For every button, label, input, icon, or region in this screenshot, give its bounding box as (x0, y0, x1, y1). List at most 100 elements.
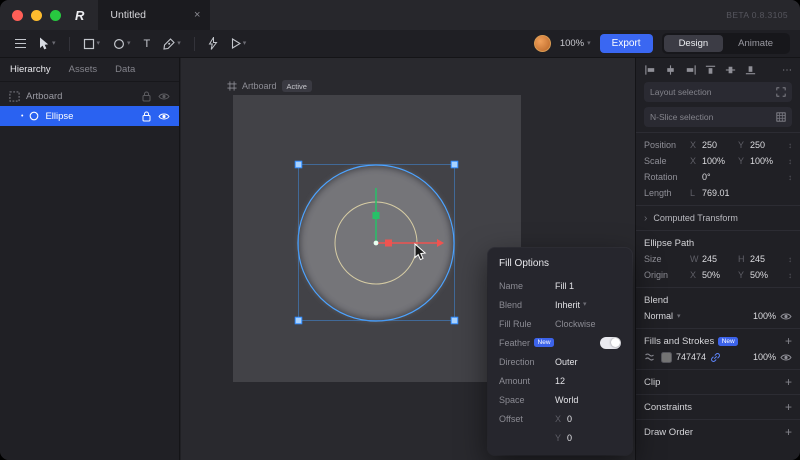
scale-label: Scale (644, 156, 667, 166)
fill-rule-value[interactable]: Clockwise (555, 319, 596, 329)
tree-item-artboard[interactable]: Artboard (0, 86, 179, 106)
align-right-icon[interactable] (684, 64, 697, 76)
name-label: Name (499, 280, 524, 291)
fill-name-row: Name Fill 1 (488, 276, 632, 295)
nine-slice-icon[interactable] (776, 112, 786, 122)
stepper-icon[interactable]: ↕ (788, 173, 792, 182)
feather-toggle[interactable] (600, 336, 621, 349)
blend-mode-dropdown[interactable]: Normal (644, 311, 673, 321)
title-bar: R Untitled × BETA 0.8.3105 (0, 0, 800, 30)
play-tool-button[interactable]: ▾ (226, 35, 252, 52)
fill-hex-input[interactable]: 747474 (676, 352, 706, 362)
stepper-icon[interactable]: ↕ (788, 255, 792, 264)
computed-transform-row[interactable]: › Computed Transform (644, 210, 792, 226)
export-button[interactable]: Export (599, 34, 653, 53)
select-tool-button[interactable]: ▾ (34, 34, 61, 53)
blend-opacity-input[interactable]: 100% (753, 311, 776, 321)
space-dropdown[interactable]: World (555, 395, 578, 405)
origin-x-input[interactable]: 50% (702, 270, 738, 280)
fill-options-popup: Fill Options Name Fill 1 Blend Inherit ▾… (488, 248, 632, 455)
origin-y-input[interactable]: 50% (750, 270, 786, 280)
tab-hierarchy[interactable]: Hierarchy (10, 64, 51, 75)
pen-tool-button[interactable]: ▾ (158, 35, 186, 53)
lock-icon[interactable] (142, 91, 151, 102)
fill-opacity-input[interactable]: 100% (753, 352, 776, 362)
scale-y-input[interactable]: 100% (750, 156, 786, 166)
gizmo-y-handle[interactable] (372, 212, 380, 219)
tab-data[interactable]: Data (115, 64, 135, 75)
bolt-tool-button[interactable] (203, 34, 223, 53)
chevron-down-icon[interactable]: ▾ (127, 40, 131, 47)
add-constraint-button[interactable]: + (785, 401, 792, 413)
tab-assets[interactable]: Assets (69, 64, 98, 75)
close-window-button[interactable] (12, 9, 23, 21)
tab-design[interactable]: Design (663, 35, 724, 52)
eye-icon[interactable] (158, 92, 170, 101)
shape-tool-button[interactable]: ▾ (108, 35, 136, 53)
tree-item-label: Artboard (26, 90, 63, 102)
stroke-style-icon[interactable] (644, 351, 657, 363)
avatar[interactable] (533, 35, 551, 52)
chevron-down-icon[interactable]: ▾ (243, 40, 247, 47)
chevron-down-icon[interactable]: ▾ (177, 40, 181, 47)
selection-handle-br[interactable] (450, 316, 459, 325)
menu-icon[interactable] (10, 36, 31, 51)
text-tool-button[interactable]: T (139, 35, 156, 53)
size-row: Size W 245 H 245 ↕ (644, 254, 792, 264)
selection-handle-tl[interactable] (294, 160, 303, 169)
selection-handle-tr[interactable] (450, 160, 459, 169)
eye-icon[interactable] (158, 112, 170, 121)
amount-value[interactable]: 12 (555, 376, 565, 386)
tab-close-icon[interactable]: × (194, 9, 200, 21)
add-fill-button[interactable]: + (785, 335, 792, 347)
overflow-menu-icon[interactable]: ⋯ (782, 65, 792, 76)
blend-dropdown[interactable]: Inherit ▾ (555, 300, 587, 310)
blend-label: Blend (499, 299, 523, 310)
direction-dropdown[interactable]: Outer (555, 357, 578, 367)
stepper-icon[interactable]: ↕ (788, 271, 792, 280)
align-top-icon[interactable] (704, 64, 717, 76)
size-h-input[interactable]: 245 (750, 254, 786, 264)
selection-handle-bl[interactable] (294, 316, 303, 325)
offset-y-value[interactable]: 0 (567, 433, 572, 443)
length-value[interactable]: 769.01 (702, 188, 752, 198)
name-value[interactable]: Fill 1 (555, 281, 574, 291)
expand-icon[interactable] (776, 87, 786, 97)
fill-color-swatch[interactable] (661, 351, 672, 363)
size-w-input[interactable]: 245 (702, 254, 738, 264)
document-tab[interactable]: Untitled × (98, 0, 211, 30)
zoom-window-button[interactable] (50, 9, 61, 21)
align-bottom-icon[interactable] (744, 64, 757, 76)
align-h-center-icon[interactable] (664, 64, 677, 76)
tree-item-ellipse[interactable]: • Ellipse (0, 106, 179, 126)
position-x-input[interactable]: 250 (702, 140, 738, 150)
layout-selection-field[interactable]: Layout selection (644, 82, 792, 102)
eye-icon[interactable] (780, 353, 792, 362)
stepper-icon[interactable]: ↕ (788, 157, 792, 166)
fill-row[interactable]: 747474 100% (644, 349, 792, 365)
zoom-control[interactable]: 100% ▾ (560, 38, 591, 49)
chevron-down-icon[interactable]: ▾ (52, 40, 56, 47)
tab-animate[interactable]: Animate (723, 35, 788, 52)
stepper-icon[interactable]: ↕ (788, 141, 792, 150)
scale-x-input[interactable]: 100% (702, 156, 738, 166)
nslice-selection-field[interactable]: N-Slice selection (644, 107, 792, 127)
eye-icon[interactable] (780, 312, 792, 321)
align-v-center-icon[interactable] (724, 64, 737, 76)
add-clip-button[interactable]: + (785, 376, 792, 388)
chevron-down-icon[interactable]: ▾ (97, 40, 101, 47)
gizmo-origin-dot[interactable] (373, 240, 379, 246)
blend-header: Blend (644, 294, 669, 306)
offset-x-value[interactable]: 0 (567, 414, 572, 424)
align-left-icon[interactable] (644, 64, 657, 76)
rotation-input[interactable]: 0° (702, 172, 738, 182)
position-y-input[interactable]: 250 (750, 140, 786, 150)
pen-icon (163, 37, 176, 50)
minimize-window-button[interactable] (31, 9, 42, 21)
link-icon[interactable] (710, 352, 721, 363)
chevron-right-icon[interactable]: › (644, 213, 647, 224)
add-draw-order-button[interactable]: + (785, 426, 792, 438)
frame-tool-button[interactable]: ▾ (78, 35, 106, 53)
lock-icon[interactable] (142, 111, 151, 122)
gizmo-x-handle[interactable] (385, 239, 392, 247)
